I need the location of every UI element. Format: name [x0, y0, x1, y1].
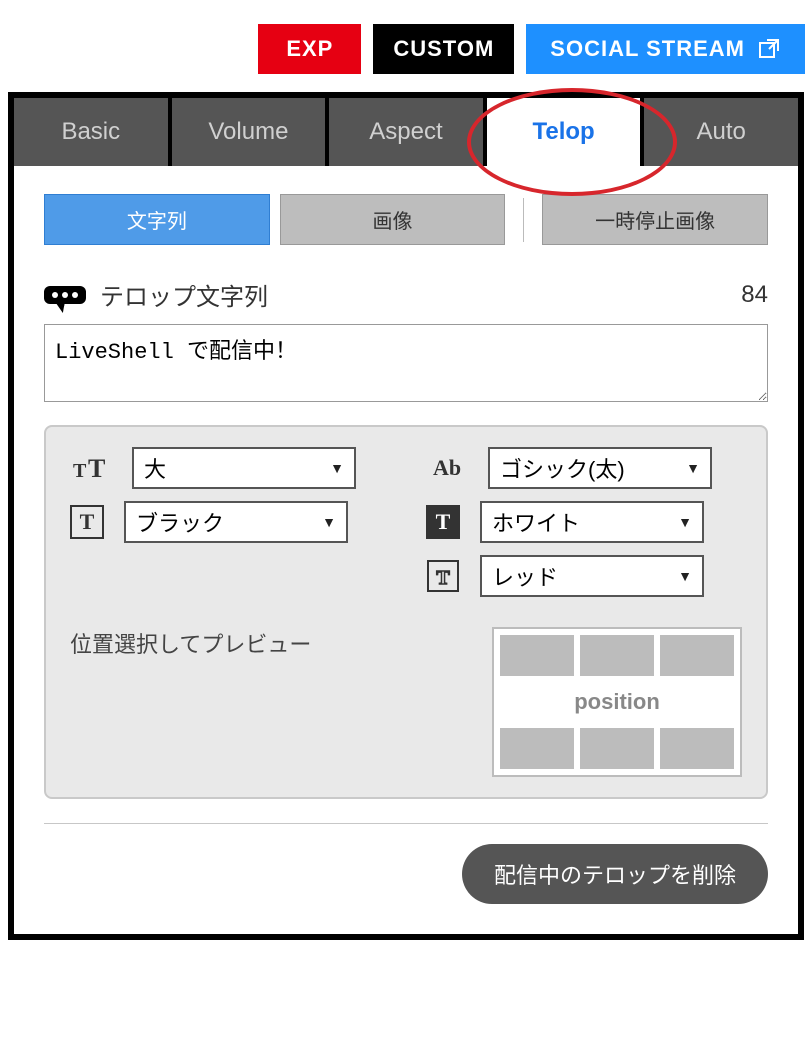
font-family-select[interactable]: ゴシック(太) ▼ — [488, 447, 712, 489]
bg-color-icon: T — [426, 505, 460, 539]
chevron-down-icon: ▼ — [330, 460, 344, 476]
telop-text-input[interactable] — [44, 324, 768, 402]
exp-button[interactable]: EXP — [258, 24, 361, 74]
telop-section-title: テロップ文字列 — [100, 277, 268, 312]
font-family-value: ゴシック(太) — [500, 452, 625, 484]
subtab-text[interactable]: 文字列 — [44, 194, 270, 245]
chevron-down-icon: ▼ — [686, 460, 700, 476]
font-size-select[interactable]: 大 ▼ — [132, 447, 356, 489]
tab-volume[interactable]: Volume — [172, 98, 326, 166]
chevron-down-icon: ▼ — [322, 514, 336, 530]
font-family-icon: Ab — [426, 448, 468, 488]
position-bottom-left[interactable] — [500, 728, 574, 769]
custom-button[interactable]: CUSTOM — [373, 24, 514, 74]
position-preview-label: 位置選択してプレビュー — [70, 627, 311, 777]
settings-panel: TT 大 ▼ Ab ゴシック(太) ▼ — [44, 425, 768, 799]
position-bottom-right[interactable] — [660, 728, 734, 769]
divider — [44, 823, 768, 824]
subtabs: 文字列 画像 一時停止画像 — [44, 194, 768, 245]
position-mid-center — [580, 682, 654, 723]
outline-color-icon: T — [426, 559, 460, 593]
outline-color-value: レッド — [492, 560, 558, 592]
font-size-value: 大 — [144, 452, 166, 484]
position-bottom-center[interactable] — [580, 728, 654, 769]
content-area: 文字列 画像 一時停止画像 テロップ文字列 84 TT — [14, 166, 798, 934]
svg-text:T: T — [436, 567, 450, 589]
tab-auto[interactable]: Auto — [644, 98, 798, 166]
position-top-center[interactable] — [580, 635, 654, 676]
subtab-pause-image[interactable]: 一時停止画像 — [542, 194, 768, 245]
chevron-down-icon: ▼ — [678, 568, 692, 584]
tabs: Basic Volume Aspect Telop Auto — [14, 98, 798, 166]
text-color-value: ブラック — [136, 506, 224, 538]
char-count: 84 — [741, 281, 768, 309]
svg-text:T: T — [88, 455, 105, 481]
tab-aspect[interactable]: Aspect — [329, 98, 483, 166]
tab-basic[interactable]: Basic — [14, 98, 168, 166]
position-mid-left — [500, 682, 574, 723]
popout-icon — [757, 37, 781, 61]
svg-text:T: T — [73, 460, 87, 481]
text-color-icon: T — [70, 505, 104, 539]
font-size-icon: TT — [70, 448, 112, 488]
tab-telop[interactable]: Telop — [487, 98, 641, 166]
social-stream-label: SOCIAL STREAM — [550, 36, 745, 62]
bg-color-value: ホワイト — [492, 506, 580, 538]
position-selector: position — [492, 627, 742, 777]
chevron-down-icon: ▼ — [678, 514, 692, 530]
position-mid-right — [660, 682, 734, 723]
subtab-image[interactable]: 画像 — [280, 194, 506, 245]
bg-color-select[interactable]: ホワイト ▼ — [480, 501, 704, 543]
main-panel: Basic Volume Aspect Telop Auto 文字列 画像 一時… — [8, 92, 804, 940]
position-top-left[interactable] — [500, 635, 574, 676]
speech-bubble-icon — [44, 286, 86, 304]
outline-color-select[interactable]: レッド ▼ — [480, 555, 704, 597]
social-stream-button[interactable]: SOCIAL STREAM — [526, 24, 805, 74]
divider — [523, 198, 524, 242]
text-color-select[interactable]: ブラック ▼ — [124, 501, 348, 543]
position-top-right[interactable] — [660, 635, 734, 676]
delete-telop-button[interactable]: 配信中のテロップを削除 — [462, 844, 768, 904]
